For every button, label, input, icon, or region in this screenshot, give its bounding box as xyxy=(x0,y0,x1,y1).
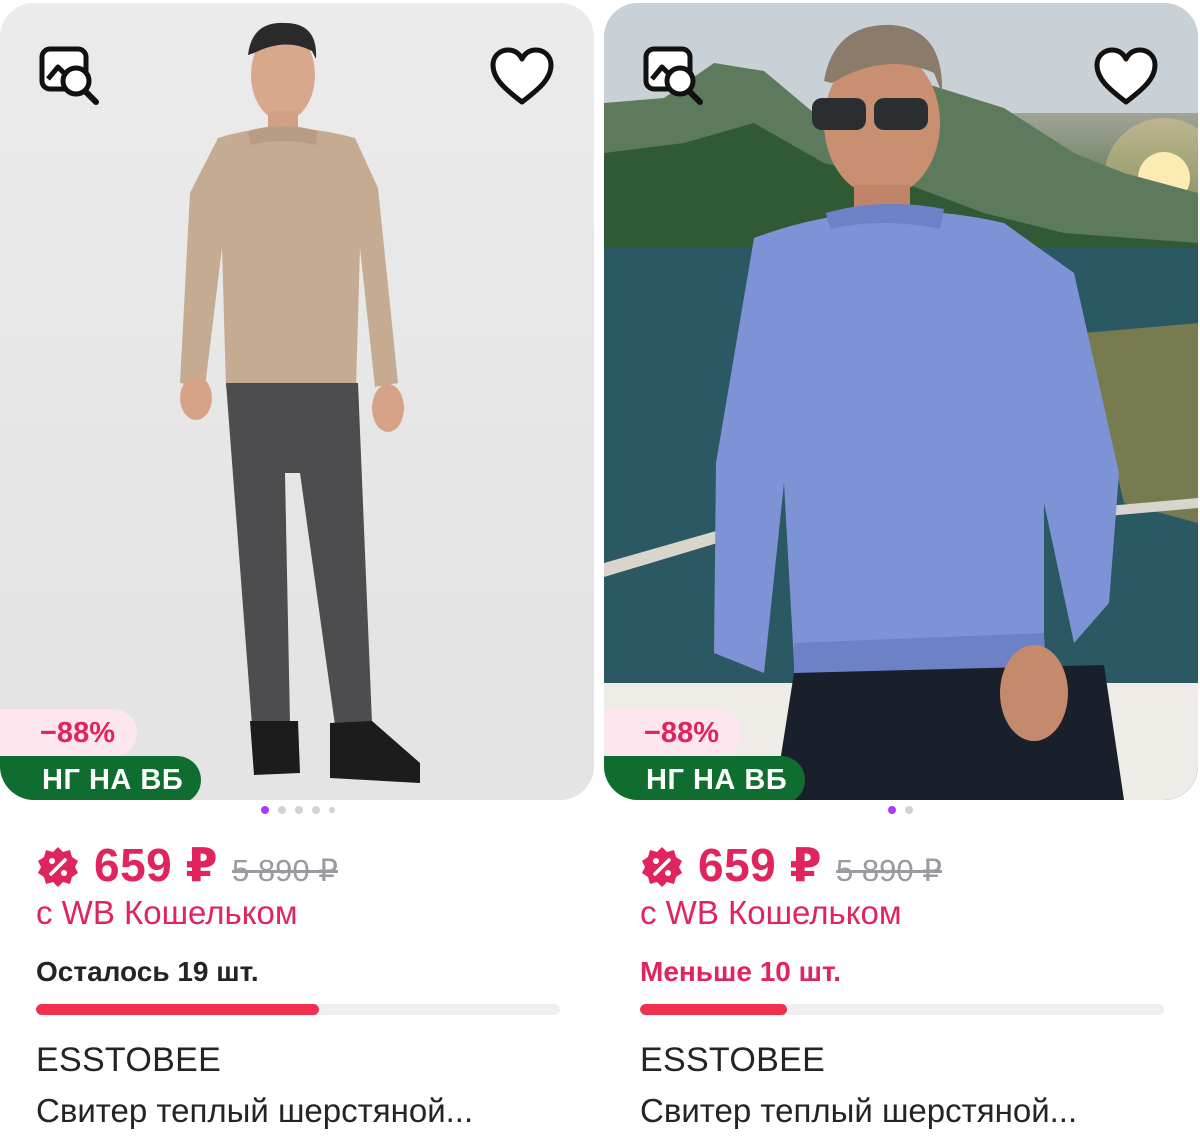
old-price: 5 890 ₽ xyxy=(232,853,338,888)
stock-progress-fill xyxy=(640,1004,787,1015)
similar-search-icon xyxy=(643,46,703,105)
stock-progress-bar xyxy=(640,1004,1164,1015)
product-photo[interactable]: −88% НГ НА ВБ xyxy=(604,3,1198,800)
current-price: 659 ₽ xyxy=(94,839,219,891)
wallet-price-label: с WB Кошельком xyxy=(640,894,902,931)
product-photo-image xyxy=(604,3,1198,800)
similar-search-button[interactable] xyxy=(640,41,708,109)
product-title[interactable]: Свитер теплый шерстяной... xyxy=(640,1092,1077,1130)
heart-icon xyxy=(490,47,554,105)
brand-name[interactable]: ESSTOBEE xyxy=(36,1041,221,1080)
current-price: 659 ₽ xyxy=(698,839,823,891)
wallet-discount-icon xyxy=(38,847,78,887)
price-row: 659 ₽ 5 890 ₽ xyxy=(640,838,942,892)
heart-icon xyxy=(1094,47,1158,105)
stock-progress-fill xyxy=(36,1004,319,1015)
old-price: 5 890 ₽ xyxy=(836,853,942,888)
price-row: 659 ₽ 5 890 ₽ xyxy=(36,838,338,892)
pagination-dot[interactable] xyxy=(312,806,320,814)
similar-search-icon xyxy=(39,46,99,105)
wallet-price-label: с WB Кошельком xyxy=(36,894,298,931)
favorite-button[interactable] xyxy=(1092,43,1160,111)
similar-search-button[interactable] xyxy=(36,41,104,109)
discount-badge: −88% xyxy=(604,709,741,757)
promo-badge: НГ НА ВБ xyxy=(0,756,202,800)
favorite-button[interactable] xyxy=(488,43,556,111)
discount-badge: −88% xyxy=(0,709,137,757)
photo-pagination[interactable] xyxy=(261,806,335,814)
stock-status: Меньше 10 шт. xyxy=(640,956,842,987)
pagination-dot[interactable] xyxy=(888,806,896,814)
brand-name[interactable]: ESSTOBEE xyxy=(640,1041,825,1080)
stock-progress-bar xyxy=(36,1004,560,1015)
pagination-dot[interactable] xyxy=(329,807,335,813)
photo-pagination[interactable] xyxy=(888,806,913,814)
promo-badge: НГ НА ВБ xyxy=(604,756,806,800)
pagination-dot[interactable] xyxy=(905,806,913,814)
stock-status: Осталось 19 шт. xyxy=(36,956,259,987)
pagination-dot[interactable] xyxy=(295,806,303,814)
product-card[interactable]: −88% НГ НА ВБ 659 ₽ 5 890 ₽ с WB Кошельк… xyxy=(0,0,594,1140)
product-card[interactable]: −88% НГ НА ВБ 659 ₽ 5 890 ₽ с WB Кошельк… xyxy=(604,0,1198,1140)
pagination-dot[interactable] xyxy=(261,806,269,814)
product-title[interactable]: Свитер теплый шерстяной... xyxy=(36,1092,473,1130)
pagination-dot[interactable] xyxy=(278,806,286,814)
product-photo-image xyxy=(0,22,594,800)
product-photo[interactable]: −88% НГ НА ВБ xyxy=(0,3,594,800)
wallet-discount-icon xyxy=(642,847,682,887)
